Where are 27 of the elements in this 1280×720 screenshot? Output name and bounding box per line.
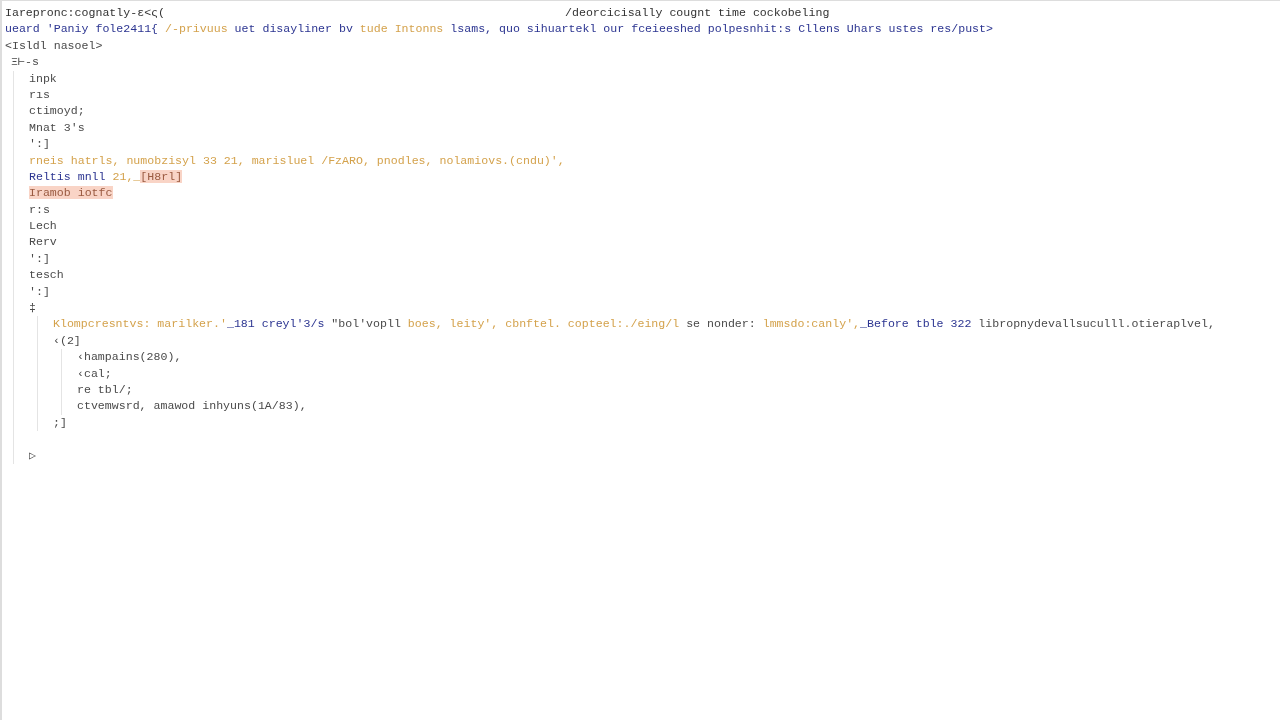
file-path: Iarepronc:cognatly-ε<ς(: [5, 5, 166, 21]
code-line: ':]: [29, 136, 50, 153]
code-line: re tbl/;: [77, 382, 133, 398]
code-line: ‹hampains(280),: [77, 349, 182, 366]
code-line: Rerv: [29, 234, 57, 251]
code-line: ':]: [29, 283, 50, 300]
code-line: inpk: [29, 70, 57, 87]
code-line: r:s: [29, 201, 50, 218]
code-line: Mnat 3's: [29, 119, 85, 136]
code-line: rıs: [29, 86, 50, 103]
code-line: ctvemwsrd, amawod inhyuns(1A/83),: [77, 398, 307, 415]
code-line: rneis hatrls, numobzisyl 33 21, marisluel /FzARO, pnodles, nolamiovs.(cndu)',: [29, 152, 565, 169]
code-line: Ξ⊢-s: [11, 54, 39, 71]
code-line: ctimoyd;: [29, 103, 85, 120]
code-line: ueard 'Paniy fole2411{ /-privuus uet disayliner bv tude Intonns lsams, quo sihuartekl our fceieeshed polpesnhit:s Cllens Uhars ustes res/pust>: [5, 21, 993, 38]
code-line: ;]: [53, 414, 67, 431]
code-line: ‹cal;: [77, 365, 112, 382]
code-line: tesch: [29, 267, 64, 284]
code-line: ‹(2]: [53, 332, 81, 349]
code-line: ‡: [29, 300, 36, 317]
code-line: Klompcresntvs: marilker.'_181 creyl'3/s "bol'vopll boes, leity', cbnftel. copteel:./eing/l se nonder: lmmsdo:canly',_Before tble 322 libropnydevallsuculll.otieraplvel,: [53, 316, 1215, 333]
code-line: <Isldl nasoel>: [5, 37, 103, 54]
code-line: ▷: [29, 447, 36, 464]
code-line: ':]: [29, 250, 50, 267]
code-line: Reltis mnll 21,_[H8rl]: [29, 168, 183, 185]
window-title: /deorcicisally cougnt time cockobeling: [565, 5, 830, 21]
code-line: Lech: [29, 218, 57, 235]
